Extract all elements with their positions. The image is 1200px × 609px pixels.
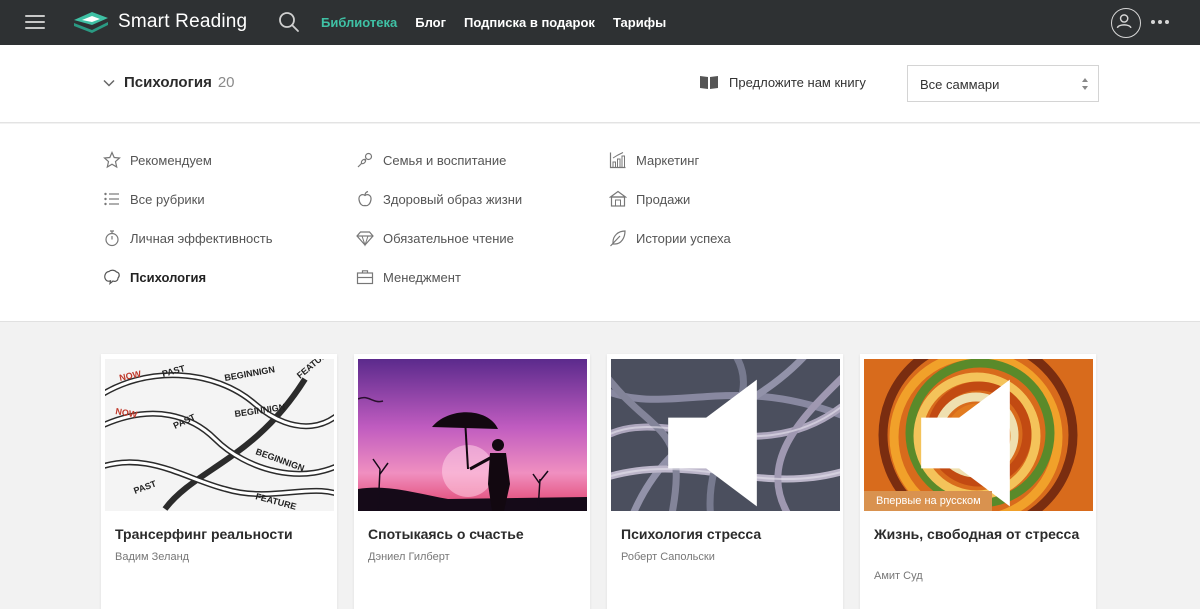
category-label: Семья и воспитание [383, 152, 507, 168]
book-card[interactable]: Психология стресса Роберт Сапольски [607, 354, 843, 609]
new-in-russian-badge: Впервые на русском [864, 491, 992, 511]
nav-library[interactable]: Библиотека [321, 15, 397, 30]
category-all[interactable]: Все рубрики [103, 190, 205, 208]
category-label: Рекомендуем [130, 152, 212, 168]
search-icon[interactable] [278, 11, 300, 33]
cover-image-words-spiral: NOW PAST BEGINNIGN FEATURE BEGINNIGN PAS… [105, 359, 334, 511]
category-label: Маркетинг [636, 152, 700, 168]
book-card[interactable]: Впервые на русском Жизнь, свободная от с… [860, 354, 1096, 609]
category-header: Психология 20 Предложите нам книгу Все с… [0, 45, 1200, 123]
menu-icon[interactable] [25, 15, 45, 30]
category-healthy-lifestyle[interactable]: Здоровый образ жизни [356, 190, 522, 208]
book-title[interactable]: Психология стресса [621, 525, 831, 544]
category-label: Здоровый образ жизни [383, 191, 523, 207]
category-label: Обязательное чтение [383, 230, 514, 246]
brain-chat-icon [104, 269, 120, 286]
audio-icon [668, 379, 757, 507]
list-icon [104, 192, 119, 206]
category-label: Все рубрики [130, 191, 205, 207]
category-count: 20 [217, 74, 235, 91]
select-arrows-icon [1082, 78, 1088, 90]
book-icon [700, 76, 718, 89]
book-cover: Впервые на русском [864, 359, 1093, 511]
category-sales[interactable]: Продажи [609, 190, 690, 208]
category-marketing[interactable]: Маркетинг [609, 151, 699, 169]
category-label: Менеджмент [383, 269, 461, 285]
category-personal-efficiency[interactable]: Личная эффективность [103, 229, 272, 247]
brand-name[interactable]: Smart Reading [118, 11, 247, 33]
nav-gift-subscription[interactable]: Подписка в подарок [464, 15, 595, 30]
more-options-icon[interactable] [1151, 20, 1169, 24]
apple-icon [358, 190, 372, 207]
chart-icon [609, 152, 626, 169]
chevron-down-icon [103, 79, 115, 87]
category-management[interactable]: Менеджмент [356, 268, 461, 286]
suggest-book-link[interactable]: Предложите нам книгу [699, 74, 866, 90]
book-author: Роберт Сапольски [621, 551, 715, 563]
shop-icon [609, 190, 627, 207]
main-nav: Библиотека Блог Подписка в подарок Тариф… [321, 15, 684, 30]
category-label: Личная эффективность [130, 230, 273, 246]
feather-icon [610, 230, 626, 247]
book-title[interactable]: Трансерфинг реальности [115, 525, 325, 544]
category-must-read[interactable]: Обязательное чтение [356, 229, 514, 247]
book-author: Дэниел Гилберт [368, 551, 450, 563]
category-psychology[interactable]: Психология [103, 268, 206, 286]
categories-panel: Рекомендуем Все рубрики Личная эффективн… [0, 124, 1200, 322]
stopwatch-icon [105, 230, 119, 247]
book-cover: NOW PAST BEGINNIGN FEATURE BEGINNIGN PAS… [105, 359, 334, 511]
book-author: Амит Суд [874, 570, 923, 582]
summary-filter-value: Все саммари [920, 77, 1000, 92]
star-icon [103, 151, 121, 169]
book-cover [611, 359, 840, 511]
suggest-book-label: Предложите нам книгу [729, 74, 866, 90]
book-cover [358, 359, 587, 511]
book-card[interactable]: Спотыкаясь о счастье Дэниел Гилберт [354, 354, 590, 609]
diamond-icon [356, 231, 374, 247]
book-author: Вадим Зеланд [115, 551, 190, 563]
smart-reading-logo-icon[interactable] [72, 10, 110, 34]
nav-pricing[interactable]: Тарифы [613, 15, 666, 30]
audio-icon [921, 379, 1010, 507]
nav-blog[interactable]: Блог [415, 15, 446, 30]
category-recommended[interactable]: Рекомендуем [103, 151, 212, 169]
pacifier-icon [357, 152, 373, 168]
category-family[interactable]: Семья и воспитание [356, 151, 506, 169]
category-dropdown-toggle[interactable]: Психология 20 [103, 74, 235, 91]
briefcase-icon [356, 270, 374, 285]
book-card[interactable]: NOW PAST BEGINNIGN FEATURE BEGINNIGN PAS… [101, 354, 337, 609]
category-label: Продажи [636, 191, 691, 207]
top-navigation-bar: Smart Reading Библиотека Блог Подписка в… [0, 0, 1200, 45]
summary-filter-select[interactable]: Все саммари [907, 65, 1099, 102]
category-success-stories[interactable]: Истории успеха [609, 229, 731, 247]
book-title[interactable]: Жизнь, свободная от стресса [874, 525, 1084, 544]
category-title: Психология [124, 74, 212, 91]
user-account-button[interactable] [1111, 8, 1141, 38]
category-label: Истории успеха [636, 230, 731, 246]
book-title[interactable]: Спотыкаясь о счастье [368, 525, 578, 544]
cover-image-umbrella-silhouette [358, 359, 587, 511]
user-icon [1116, 14, 1132, 29]
category-label: Психология [130, 269, 207, 285]
